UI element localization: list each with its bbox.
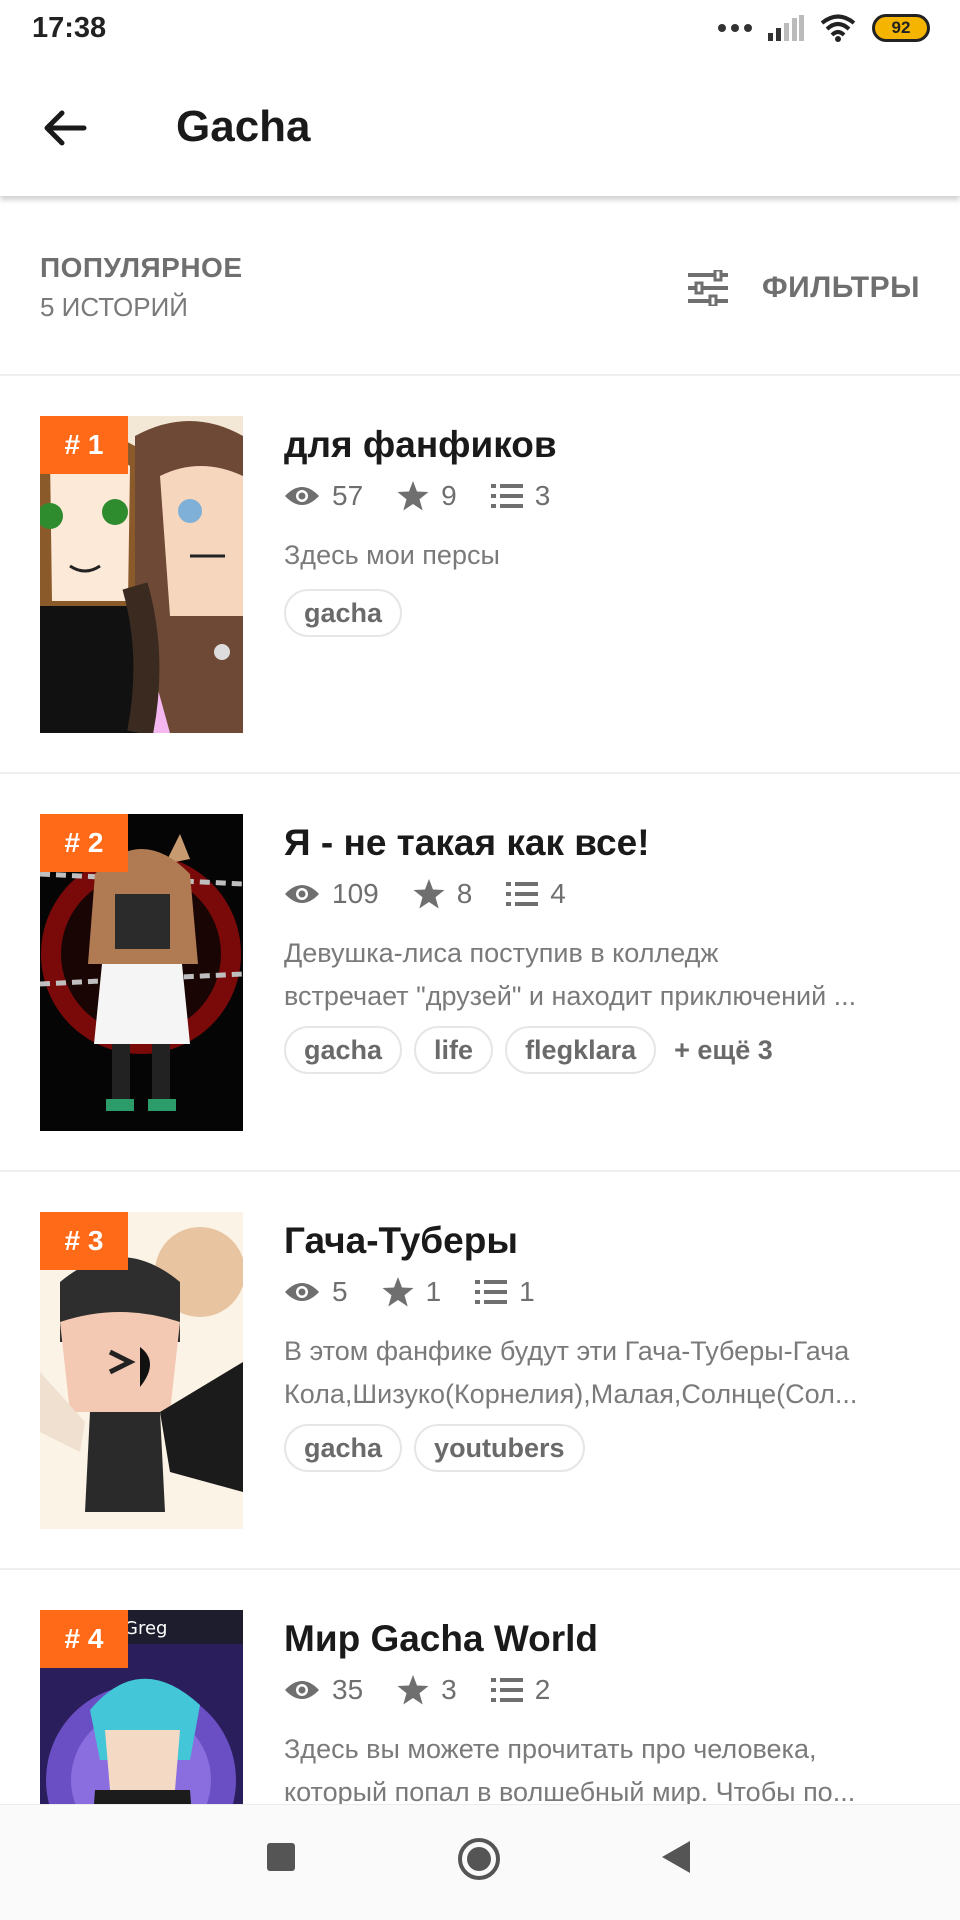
nav-home-icon[interactable] [457,1837,501,1881]
story-stats: 5 1 1 [284,1276,569,1308]
app-bar: Gacha [0,58,960,196]
filters-label: ФИЛЬТРЫ [762,271,920,304]
eye-icon [285,487,319,505]
story-item[interactable]: # 2 Я - не такая как все! 109 8 4 Девушк… [0,774,960,1172]
more-tags-link[interactable]: + ещё 3 [674,1035,773,1066]
eye-icon [285,1283,319,1301]
list-icon [490,484,523,508]
story-title[interactable]: Я - не такая как все! [284,822,650,864]
back-arrow-icon[interactable] [40,104,88,152]
description-line: Здесь вы можете прочитать про человека, [284,1734,817,1764]
story-title[interactable]: Мир Gacha World [284,1618,598,1660]
star-icon [413,879,445,909]
description-line: Девушка-лиса поступив в колледж [284,938,719,968]
page-title: Gacha [176,102,311,151]
story-item[interactable]: # 1 для фанфиков 57 9 3 Здесь мои персы … [0,376,960,774]
parts-count: 3 [534,480,551,511]
story-description: Здесь вы можете прочитать про человека, … [284,1728,924,1814]
story-list: # 1 для фанфиков 57 9 3 Здесь мои персы … [0,376,960,1920]
description-line: Здесь мои персы [284,540,500,570]
tag-chip[interactable]: gacha [284,1424,403,1472]
eye-icon [285,1681,319,1699]
votes-count: 9 [441,480,457,511]
views-count: 5 [332,1276,348,1307]
tag-chip[interactable]: gacha [284,589,403,637]
star-icon [382,1277,414,1307]
votes-count: 1 [425,1276,442,1307]
nav-recents-icon[interactable] [265,1841,297,1873]
story-stats: 57 9 3 [284,480,584,512]
system-nav-bar [0,1804,960,1920]
list-icon [490,1678,523,1702]
description-line: встречает "друзей" и находит приключений… [284,981,857,1011]
story-title[interactable]: для фанфиков [284,424,557,466]
list-icon [506,882,539,906]
tag-chip[interactable]: gacha [284,1026,403,1074]
rank-badge: # 2 [40,814,128,872]
rank-badge: # 1 [40,416,128,474]
views-count: 35 [332,1674,364,1705]
parts-count: 1 [519,1276,535,1307]
sort-label[interactable]: ПОПУЛЯРНОЕ [40,252,243,284]
status-icons: 92 [718,14,930,42]
nav-back-icon[interactable] [660,1839,692,1875]
star-icon [397,1675,429,1705]
filters-button[interactable]: ФИЛЬТРЫ [688,270,920,306]
story-cover[interactable]: # 2 [40,814,243,1131]
story-item[interactable]: # 3 Гача-Туберы 5 1 1 В этом фанфике буд… [0,1172,960,1570]
battery-icon: 92 [872,14,930,42]
story-stats: 35 3 2 [284,1674,584,1706]
story-cover[interactable]: # 3 [40,1212,243,1529]
views-count: 57 [332,480,364,511]
story-cover[interactable]: # 1 [40,416,243,733]
views-count: 109 [332,878,379,909]
tag-list: gacha [284,589,403,637]
story-stats: 109 8 4 [284,878,600,910]
signal-icon [768,15,804,41]
cover-caption: Greg [124,1618,167,1639]
status-time: 17:38 [32,12,107,44]
rank-badge: # 4 [40,1610,128,1668]
votes-count: 3 [441,1674,457,1705]
wifi-icon [820,14,856,42]
rank-badge: # 3 [40,1212,128,1270]
tag-chip[interactable]: life [414,1026,494,1074]
description-line: Кола,Шизуко(Корнелия),Малая,Солнце(Сол..… [284,1379,858,1409]
tag-list: gacha life flegklara + ещё 3 [284,1026,773,1074]
tag-chip[interactable]: flegklara [505,1026,657,1074]
list-icon [475,1280,508,1304]
description-line: В этом фанфике будут эти Гача-Туберы-Гач… [284,1336,850,1366]
status-bar: 17:38 92 [0,0,960,58]
story-count: 5 ИСТОРИЙ [40,292,188,322]
parts-count: 4 [550,878,566,909]
story-title[interactable]: Гача-Туберы [284,1220,518,1262]
filter-sliders-icon [688,270,729,306]
story-description: Девушка-лиса поступив в колледж встречае… [284,932,924,1018]
story-description: Здесь мои персы [284,534,924,577]
tag-chip[interactable]: youtubers [414,1424,585,1472]
votes-count: 8 [456,878,473,909]
eye-icon [285,885,319,903]
tag-list: gacha youtubers [284,1424,585,1472]
story-description: В этом фанфике будут эти Гача-Туберы-Гач… [284,1330,924,1416]
parts-count: 2 [534,1674,551,1705]
star-icon [397,481,429,511]
sort-header: ПОПУЛЯРНОЕ 5 ИСТОРИЙ ФИЛЬТРЫ [0,196,960,376]
notification-dots-icon [718,24,752,32]
